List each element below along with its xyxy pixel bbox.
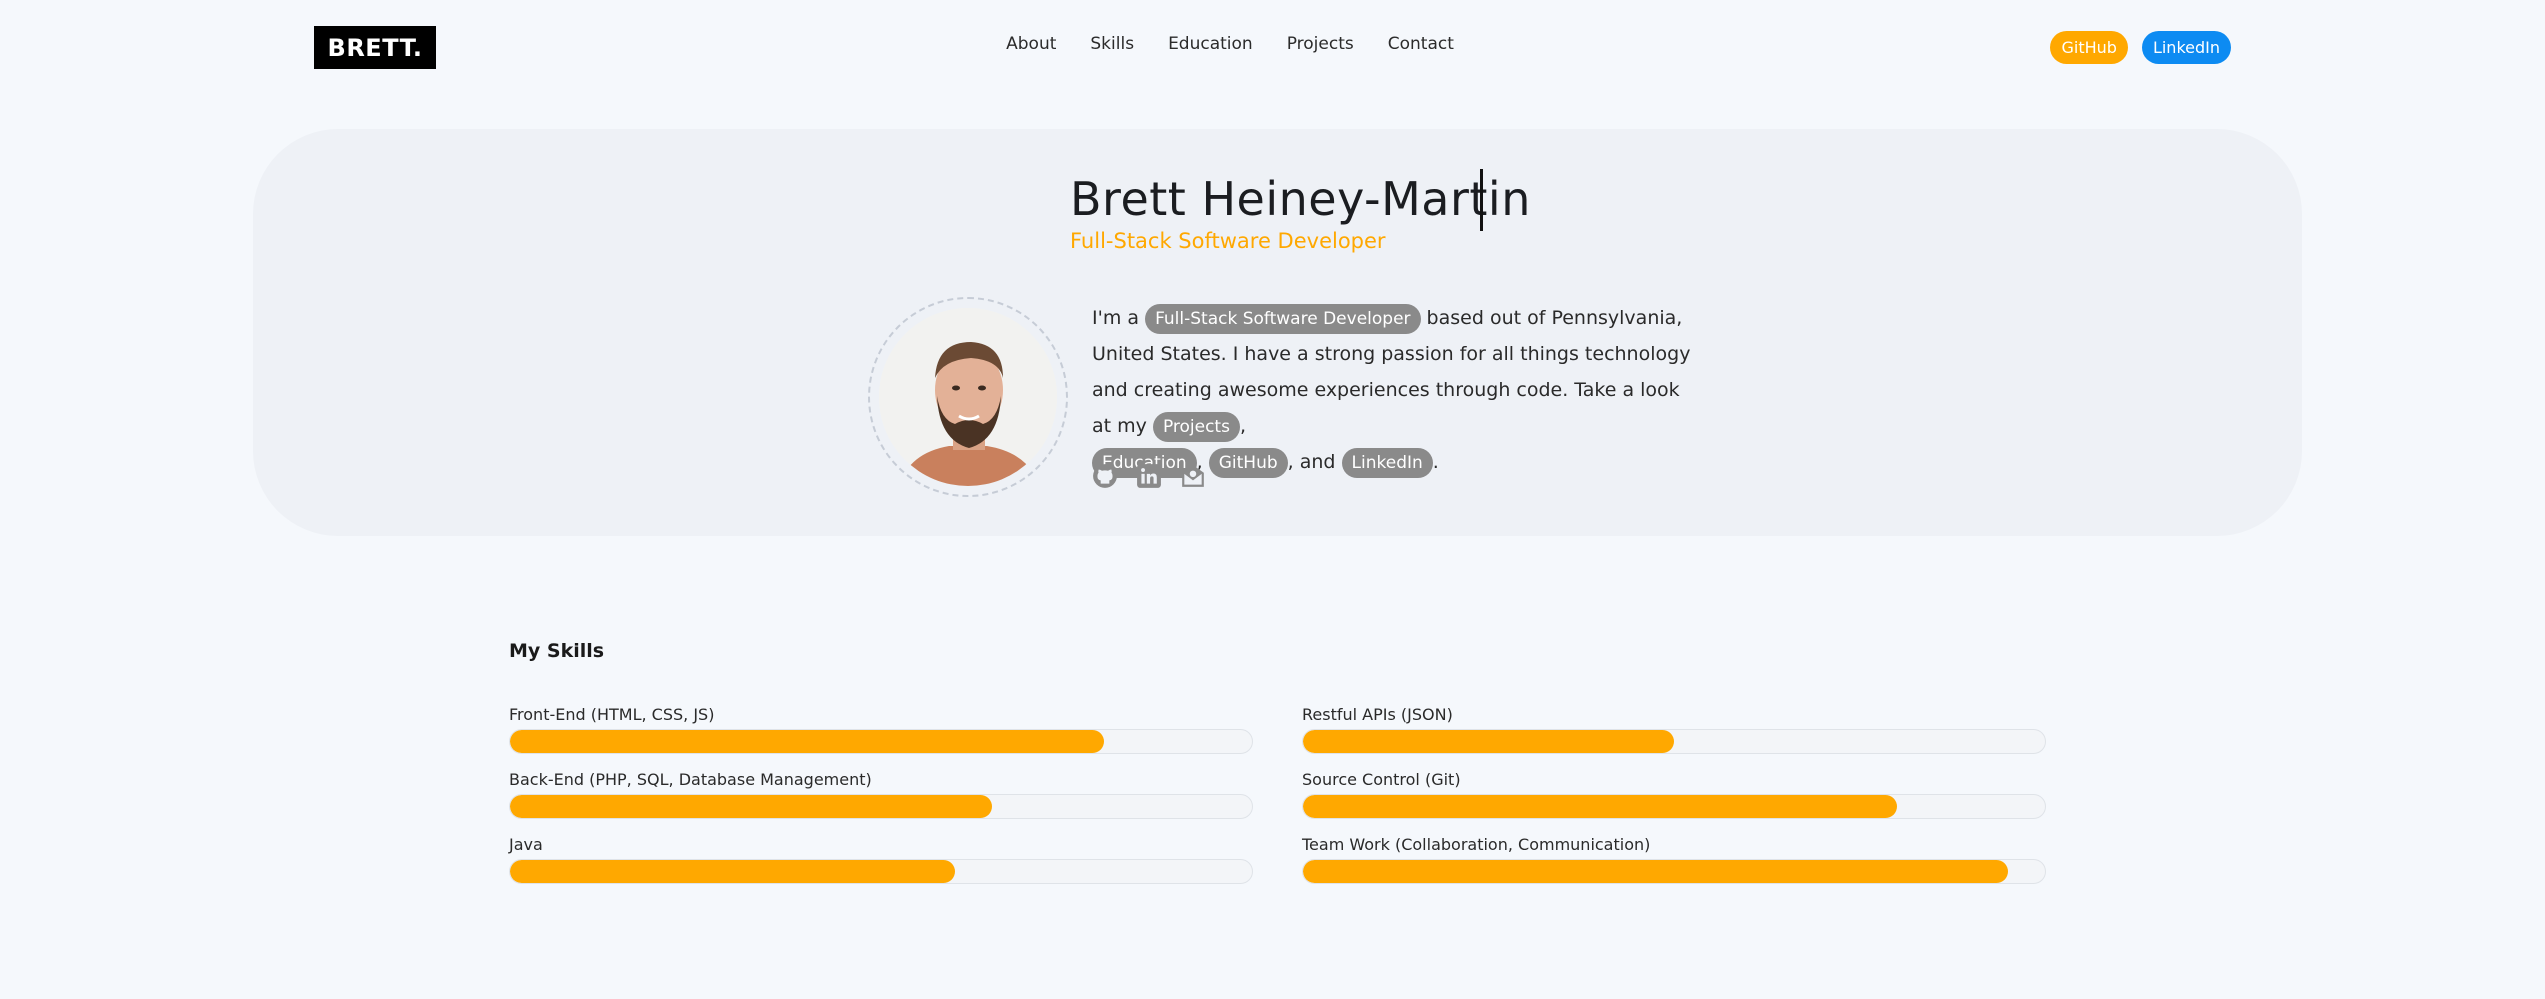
- hero-subtitle: Full-Stack Software Developer: [1070, 229, 1386, 253]
- nav-item-projects[interactable]: Projects: [1287, 34, 1354, 54]
- nav-item-skills[interactable]: Skills: [1090, 34, 1134, 54]
- skill-label: Team Work (Collaboration, Communication): [1302, 835, 1651, 854]
- skill-label: Restful APIs (JSON): [1302, 705, 1453, 724]
- nav-item-education[interactable]: Education: [1168, 34, 1253, 54]
- skill-track: [509, 859, 1253, 884]
- nav-item-contact[interactable]: Contact: [1388, 34, 1454, 54]
- skill-item: Back-End (PHP, SQL, Database Management): [509, 770, 1253, 819]
- github-icon[interactable]: [1092, 463, 1118, 489]
- bio-text: I'm a: [1092, 307, 1146, 329]
- skill-item: Front-End (HTML, CSS, JS): [509, 705, 1253, 754]
- social-buttons: GitHub LinkedIn: [2050, 31, 2231, 64]
- tag-linkedin[interactable]: LinkedIn: [1341, 448, 1433, 478]
- hero-bio: I'm a Full-Stack Software Developer base…: [1092, 300, 1702, 480]
- skill-progress-fill: [1303, 860, 2008, 883]
- skill-progress-fill: [510, 860, 956, 883]
- bio-text: ,: [1239, 415, 1247, 437]
- skill-track: [1302, 859, 2046, 884]
- skill-track: [1302, 794, 2046, 819]
- linkedin-icon[interactable]: [1136, 463, 1162, 489]
- avatar-ring: [868, 297, 1068, 497]
- skill-progress-fill: [1303, 795, 1897, 818]
- skill-track: [509, 729, 1253, 754]
- skill-progress-fill: [510, 795, 993, 818]
- skill-label: Source Control (Git): [1302, 770, 1461, 789]
- tag-role[interactable]: Full-Stack Software Developer: [1145, 304, 1421, 334]
- skill-item: Java: [509, 835, 1253, 884]
- tag-github[interactable]: GitHub: [1208, 448, 1288, 478]
- skill-label: Front-End (HTML, CSS, JS): [509, 705, 715, 724]
- skill-item: Restful APIs (JSON): [1302, 705, 2046, 754]
- skill-item: Team Work (Collaboration, Communication): [1302, 835, 2046, 884]
- avatar: [879, 308, 1057, 486]
- site-logo[interactable]: BRETT.: [314, 26, 436, 69]
- skill-track: [509, 794, 1253, 819]
- mail-icon[interactable]: [1180, 463, 1206, 489]
- github-button[interactable]: GitHub: [2050, 31, 2128, 64]
- skill-progress-fill: [510, 730, 1104, 753]
- skill-track: [1302, 729, 2046, 754]
- bio-text: , and: [1287, 451, 1336, 473]
- typing-cursor: [1480, 169, 1483, 231]
- main-nav: About Skills Education Projects Contact: [1000, 34, 1460, 54]
- linkedin-button[interactable]: LinkedIn: [2141, 31, 2231, 64]
- nav-item-about[interactable]: About: [1006, 34, 1056, 54]
- hero-social-icons: [1092, 463, 1206, 489]
- skill-progress-fill: [1303, 730, 1674, 753]
- avatar-portrait: [879, 308, 1057, 486]
- skills-title: My Skills: [509, 640, 605, 662]
- skill-label: Java: [509, 835, 543, 854]
- skill-item: Source Control (Git): [1302, 770, 2046, 819]
- bio-text: .: [1432, 451, 1439, 473]
- skill-label: Back-End (PHP, SQL, Database Management): [509, 770, 872, 789]
- tag-projects[interactable]: Projects: [1152, 412, 1240, 442]
- hero-name: Brett Heiney-Martin: [1070, 172, 1531, 226]
